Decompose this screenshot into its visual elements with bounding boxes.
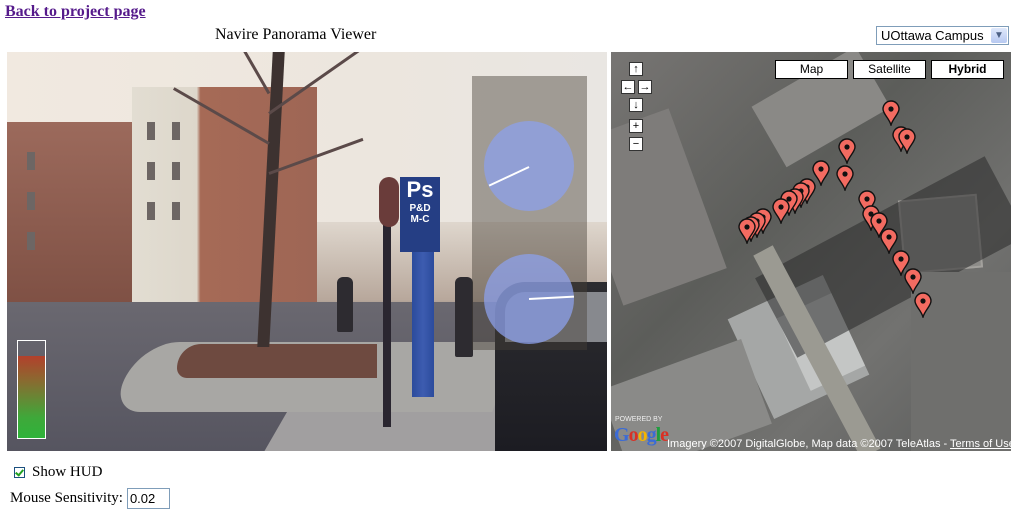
panorama-viewer[interactable]: Ps P&D M-C (7, 52, 607, 451)
terms-of-use-link[interactable]: Terms of Use (950, 438, 1011, 450)
copyright-text: Imagery ©2007 DigitalGlobe, Map data ©20… (667, 438, 951, 450)
map-pan-up-button[interactable]: ↑ (629, 62, 643, 76)
map-marker-icon[interactable] (738, 218, 756, 244)
map-marker-icon[interactable] (838, 138, 856, 164)
map-zoom-out-button[interactable]: − (629, 137, 643, 151)
location-select-value: UOttawa Campus (881, 28, 984, 43)
mouse-sensitivity-input[interactable] (126, 488, 170, 509)
map-type-map-button[interactable]: Map (775, 60, 848, 79)
window (147, 202, 155, 220)
panorama-building-center (132, 87, 317, 317)
parking-sign: Ps P&D M-C (400, 177, 440, 252)
hud-level-gauge (17, 340, 46, 439)
chevron-down-icon[interactable]: ▼ (991, 28, 1007, 43)
window (147, 122, 155, 140)
location-select[interactable]: UOttawa Campus ▼ (876, 26, 1009, 45)
parking-pole (412, 252, 434, 397)
show-hud-control[interactable]: Show HUD (14, 464, 102, 481)
window (27, 232, 35, 250)
map-type-hybrid-button[interactable]: Hybrid (931, 60, 1004, 79)
hud-level-gauge-fill (18, 355, 45, 438)
window (172, 202, 180, 220)
map-marker-icon[interactable] (898, 128, 916, 154)
window (27, 192, 35, 210)
map-marker-icon[interactable] (882, 100, 900, 126)
map-zoom-in-button[interactable]: + (629, 119, 643, 133)
mouse-sensitivity-control: Mouse Sensitivity: (10, 488, 170, 509)
parking-sign-ps: Ps (406, 177, 434, 202)
map-copyright: Imagery ©2007 DigitalGlobe, Map data ©20… (667, 438, 1011, 450)
map-marker-icon[interactable] (914, 292, 932, 318)
panorama-flower-bed (177, 344, 377, 378)
window (172, 162, 180, 180)
window (147, 162, 155, 180)
map-pan-down-button[interactable]: ↓ (629, 98, 643, 112)
sign-post (383, 202, 391, 427)
map-marker-icon[interactable] (836, 165, 854, 191)
pedestrian (337, 277, 353, 332)
map-pan-right-button[interactable]: → (638, 80, 652, 94)
window (27, 152, 35, 170)
parking-sign-mc: M-C (410, 214, 430, 225)
google-logo[interactable]: Google (614, 424, 669, 447)
map-marker-icon[interactable] (904, 268, 922, 294)
page-title: Navire Panorama Viewer (215, 26, 377, 43)
map-view[interactable]: ↑ ← → ↓ + − Map Satellite Hybrid POWERED… (611, 52, 1011, 451)
map-pan-left-button[interactable]: ← (621, 80, 635, 94)
hud-compass-top[interactable] (484, 121, 574, 211)
parking-sign-pd: P&D (409, 203, 431, 214)
mouse-sensitivity-label: Mouse Sensitivity: (10, 490, 123, 506)
window (172, 122, 180, 140)
show-hud-label: Show HUD (32, 464, 103, 480)
stop-sign (379, 177, 399, 227)
pedestrian (455, 277, 473, 357)
back-to-project-link[interactable]: Back to project page (5, 3, 146, 21)
map-marker-icon[interactable] (772, 198, 790, 224)
show-hud-checkbox[interactable] (14, 467, 25, 478)
powered-by-label: POWERED BY (615, 416, 663, 423)
map-type-satellite-button[interactable]: Satellite (853, 60, 926, 79)
